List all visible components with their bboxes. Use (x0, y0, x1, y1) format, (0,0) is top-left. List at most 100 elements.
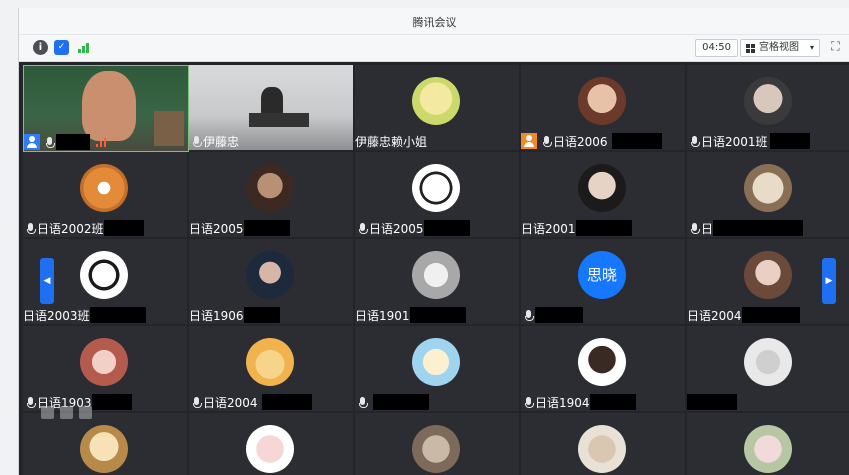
participant-name: 日语2002班 (37, 221, 104, 236)
redacted-name (103, 220, 144, 236)
participant-tile[interactable]: 伊藤忠赖小姐 (355, 65, 519, 150)
view-mode-label: 宫格视图 (759, 42, 799, 53)
mic-icon[interactable] (79, 405, 92, 419)
participant-name: 伊藤忠赖小姐 (355, 134, 428, 149)
signal-icon (96, 137, 110, 147)
redacted-name (687, 394, 737, 410)
avatar (246, 425, 294, 473)
participant-tile[interactable] (189, 413, 353, 475)
redacted-name (713, 220, 804, 236)
avatar (412, 425, 460, 473)
participant-tile[interactable] (687, 326, 849, 411)
redacted-name (373, 394, 429, 410)
participant-tile[interactable] (23, 413, 187, 475)
participant-label: 日语1901 (355, 306, 466, 324)
redacted-name (769, 133, 810, 149)
participant-tile[interactable]: 日 (687, 152, 849, 237)
participant-tile[interactable] (355, 413, 519, 475)
mic-icon (26, 222, 36, 234)
participant-tile[interactable]: 日语1904 (521, 326, 685, 411)
participant-tile[interactable]: 日语2005 (189, 152, 353, 237)
participant-tile[interactable]: 日语2006 (521, 65, 685, 150)
mic-icon (358, 222, 368, 234)
avatar (80, 338, 128, 386)
participant-label: 日语2002班 (23, 219, 144, 237)
participant-label: 日语2006 (521, 132, 662, 150)
chevron-down-icon: ▾ (809, 43, 814, 52)
participant-label: 伊藤忠 (189, 132, 239, 150)
redacted-name (409, 307, 466, 323)
host-icon (24, 134, 40, 150)
participant-tile[interactable]: 思晓 (521, 239, 685, 324)
mic-icon (192, 135, 202, 147)
participant-tile[interactable]: 日语1903 (23, 326, 187, 411)
participant-label: 日 (687, 219, 804, 237)
participant-label (24, 133, 110, 151)
avatar: 思晓 (578, 251, 626, 299)
mic-icon (192, 396, 202, 408)
participant-tile[interactable]: 日语2004 (189, 326, 353, 411)
participant-label: 伊藤忠赖小姐 (355, 132, 427, 150)
video-grid: 伊藤忠 伊藤忠赖小姐 日语2006 日语2001班 日语2002班 日语2005… (19, 62, 849, 475)
participant-tile[interactable]: 伊藤忠 (189, 65, 353, 150)
info-icon[interactable]: i (33, 40, 48, 55)
host-icon (521, 133, 537, 149)
avatar (578, 77, 626, 125)
mic-icon (45, 136, 55, 148)
fullscreen-icon[interactable]: ⛶ (829, 40, 842, 53)
participant-label: 日语2005 (189, 219, 290, 237)
signal-icon[interactable] (77, 40, 92, 55)
redacted-name (423, 220, 470, 236)
participant-tile[interactable]: 日语2005 (355, 152, 519, 237)
avatar (412, 338, 460, 386)
participant-label: 日语2003班 (23, 306, 146, 324)
meeting-timer: 04:50 (695, 39, 738, 57)
participant-tile[interactable] (687, 413, 849, 475)
participant-name: 日语1904 (535, 395, 590, 410)
shield-icon[interactable]: ✓ (54, 40, 69, 55)
participant-name: 日语2004 (203, 395, 258, 410)
avatar (80, 425, 128, 473)
participant-name: 伊藤忠 (203, 134, 240, 149)
participant-name: 日语2004 (687, 308, 742, 323)
avatar (412, 164, 460, 212)
next-page-arrow[interactable]: ▶ (822, 258, 836, 304)
mic-icon (26, 396, 36, 408)
participant-tile[interactable]: 日语1906 (189, 239, 353, 324)
mic-icon (524, 396, 534, 408)
participant-name: 日语2001 (521, 221, 576, 236)
participant-tile[interactable] (23, 65, 189, 152)
participant-name: 日 (701, 221, 714, 236)
mic-icon (690, 135, 700, 147)
participant-tile[interactable] (355, 326, 519, 411)
participant-tile[interactable]: 日语2001班 (687, 65, 849, 150)
participant-name: 日语2005 (189, 221, 244, 236)
participant-label (521, 306, 583, 324)
avatar (80, 251, 128, 299)
redacted-name (89, 307, 146, 323)
avatar (412, 77, 460, 125)
avatar (744, 425, 792, 473)
participant-label: 日语1904 (521, 393, 636, 411)
grid-icon[interactable] (41, 405, 54, 419)
participant-label: 日语2004 (189, 393, 312, 411)
redacted-name (261, 394, 312, 410)
title-bar: 腾讯会议 (19, 8, 849, 35)
redacted-name (575, 220, 632, 236)
participant-tile[interactable]: 日语1901 (355, 239, 519, 324)
participant-name: 日语2001班 (701, 134, 768, 149)
avatar (578, 164, 626, 212)
participant-label: 日语2001 (521, 219, 632, 237)
avatar (744, 164, 792, 212)
participant-tile[interactable] (521, 413, 685, 475)
previous-page-arrow[interactable]: ◀ (40, 258, 54, 304)
participant-tile[interactable]: 日语2002班 (23, 152, 187, 237)
mic-icon (524, 309, 534, 321)
avatar (578, 338, 626, 386)
avatar (744, 338, 792, 386)
grid-icon (746, 44, 755, 53)
record-icon[interactable] (60, 405, 73, 419)
view-mode-dropdown[interactable]: 宫格视图 ▾ (740, 39, 820, 57)
avatar (246, 338, 294, 386)
participant-tile[interactable]: 日语2001 (521, 152, 685, 237)
